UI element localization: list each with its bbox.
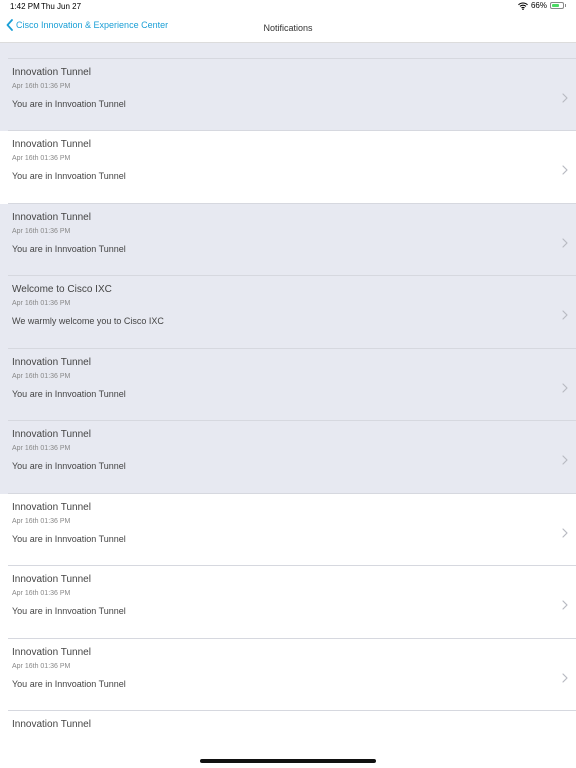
- notification-title: Innovation Tunnel: [12, 429, 91, 440]
- wifi-icon: [518, 2, 528, 10]
- notification-title: Innovation Tunnel: [12, 501, 91, 513]
- notification-date: Apr 16th 01:36 PM: [12, 227, 71, 235]
- notification-title: Innovation Tunnel: [12, 574, 91, 585]
- notification-title: Innovation Tunnel: [12, 66, 91, 78]
- notification-row[interactable]: Innovation Tunnel Apr 16th 01:36 PM You ar…: [0, 566, 576, 639]
- notification-date: Apr 16th 01:36 PM: [12, 82, 71, 90]
- notification-date: Apr 16th 01:36 PM: [12, 155, 71, 162]
- battery-icon: [550, 2, 564, 9]
- battery-percent: 66%: [530, 1, 547, 10]
- notification-row[interactable]: Innovation Tunnel Apr 16th 01:36 PM You ar…: [0, 421, 576, 494]
- notification-row[interactable]: Welcome to Cisco IXC Apr 16th 01:36 PM We …: [0, 276, 576, 349]
- notification-date: Apr 16th 01:36 PM: [12, 517, 71, 525]
- chevron-right-icon: [562, 307, 568, 325]
- notification-title: Innovation Tunnel: [12, 719, 91, 730]
- notification-row[interactable]: You are in Innvoation Tunnel: [0, 43, 576, 59]
- status-time: 1:42 PM: [10, 2, 40, 11]
- chevron-right-icon: [562, 670, 568, 688]
- notification-row[interactable]: Innovation Tunnel Apr 16th 01:36 PM You ar…: [0, 58, 576, 131]
- notification-date: Apr 16th 01:36 PM: [12, 372, 71, 380]
- notification-title: Innovation Tunnel: [12, 211, 91, 223]
- chevron-right-icon: [562, 597, 568, 615]
- notification-message: You are in Innvoation Tunnel: [12, 171, 126, 181]
- page-title: Notifications: [263, 23, 313, 33]
- chevron-right-icon: [562, 380, 568, 398]
- chevron-right-icon: [562, 90, 568, 108]
- status-date: Thu Jun 27: [41, 2, 82, 11]
- notification-date: Apr 16th 01:36 PM: [12, 300, 71, 307]
- status-indicators: 66%: [518, 1, 566, 10]
- notification-row[interactable]: Innovation Tunnel Apr 16th 01:36 PM You ar…: [0, 131, 576, 204]
- navigation-bar: Cisco Innovation & Experience Center Not…: [0, 14, 576, 43]
- notification-title: Innovation Tunnel: [12, 646, 91, 658]
- notification-row[interactable]: Innovation Tunnel Apr 16th 01:36 PM You ar…: [0, 638, 576, 711]
- notification-message: You are in Innvoation Tunnel: [12, 243, 126, 254]
- notification-message: You are in Innvoation Tunnel: [12, 606, 126, 616]
- notification-date: Apr 16th 01:36 PM: [12, 445, 71, 452]
- chevron-right-icon: [562, 235, 568, 253]
- chevron-right-icon: [562, 525, 568, 543]
- notification-row[interactable]: Innovation Tunnel Apr 16th 01:36 PM You ar…: [0, 493, 576, 566]
- notification-title: Welcome to Cisco IXC: [12, 284, 112, 295]
- home-indicator[interactable]: [200, 759, 376, 763]
- notification-row[interactable]: Innovation Tunnel Apr 16th 01:36 PM You ar…: [0, 348, 576, 421]
- notification-date: Apr 16th 01:36 PM: [12, 590, 71, 597]
- notification-row[interactable]: Innovation Tunnel Apr 16th 01:36 PM You ar…: [0, 203, 576, 276]
- notification-message: You are in Innvoation Tunnel: [12, 533, 126, 544]
- notification-message: You are in Innvoation Tunnel: [12, 461, 126, 471]
- battery-tip: [565, 4, 566, 7]
- battery-fill: [552, 4, 559, 7]
- notification-message: You are in Innvoation Tunnel: [12, 98, 126, 109]
- notification-message: We warmly welcome you to Cisco IXC: [12, 316, 164, 326]
- notification-list[interactable]: You are in Innvoation TunnelInnovation T…: [0, 43, 576, 768]
- notification-title: Innovation Tunnel: [12, 356, 91, 368]
- notification-date: Apr 16th 01:36 PM: [12, 662, 71, 670]
- notification-title: Innovation Tunnel: [12, 139, 91, 150]
- notification-message: You are in Innvoation Tunnel: [12, 388, 126, 399]
- notification-message: You are in Innvoation Tunnel: [12, 678, 126, 689]
- chevron-right-icon: [562, 452, 568, 470]
- chevron-right-icon: [562, 162, 568, 180]
- status-bar: 1:42 PM Thu Jun 27 66%: [0, 0, 576, 14]
